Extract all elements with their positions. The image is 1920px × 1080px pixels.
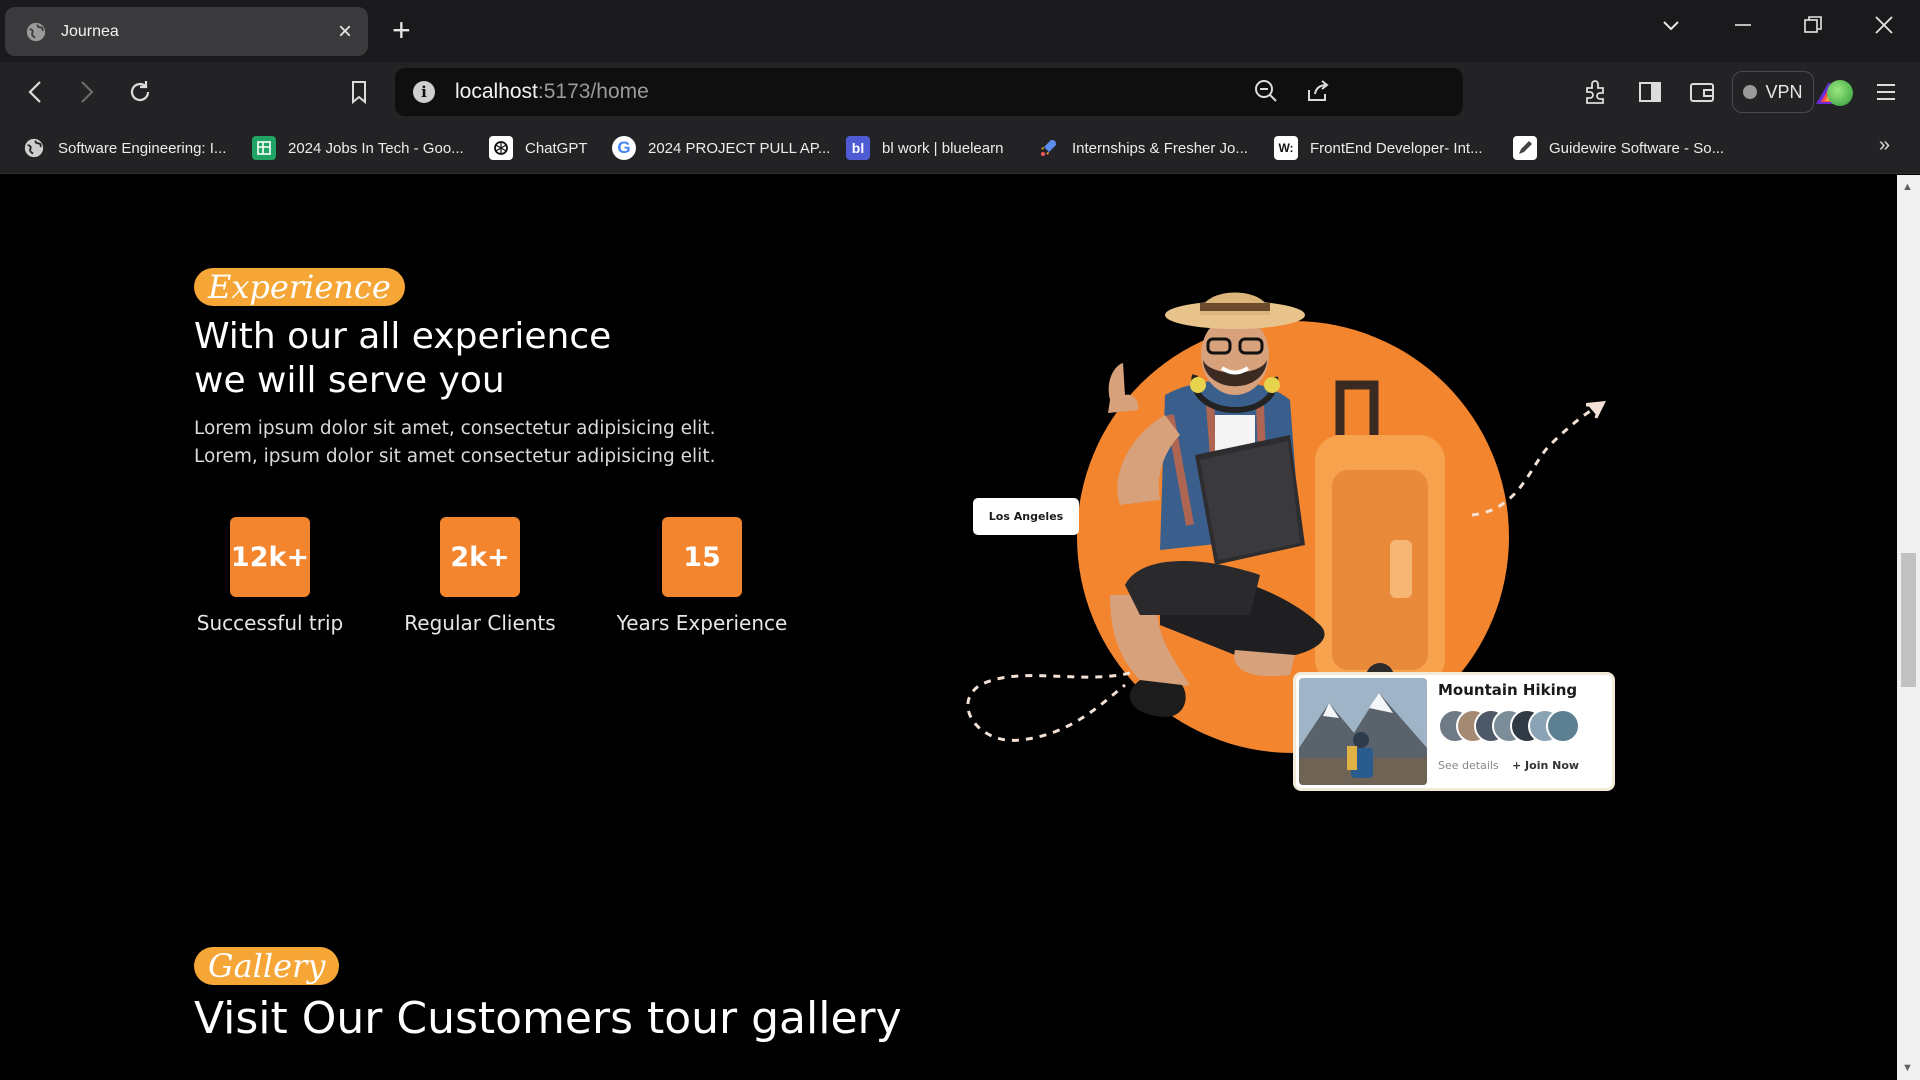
bookmark-item[interactable]: G 2024 PROJECT PULL AP...	[612, 134, 830, 162]
bookmark-item[interactable]: W: FrontEnd Developer- Int...	[1274, 134, 1483, 162]
experience-description: Lorem ipsum dolor sit amet, consectetur …	[194, 418, 716, 467]
experience-badge: Experience	[194, 268, 405, 306]
gallery-heading: Visit Our Customers tour gallery	[194, 993, 902, 1044]
mountain-photo	[1299, 678, 1427, 785]
card-title: Mountain Hiking	[1438, 681, 1578, 699]
see-details-link[interactable]: See details	[1438, 759, 1499, 772]
page-viewport: Experience With our all experience we wi…	[0, 175, 1897, 1080]
hero-illustration: Los Angeles Mountain Hiking See details …	[960, 265, 1660, 825]
zoom-out-icon[interactable]	[1253, 78, 1279, 111]
browser-tabbar: Journea × +	[0, 0, 1920, 62]
vpn-status-icon	[1743, 85, 1758, 99]
bookmark-item[interactable]: Guidewire Software - So...	[1513, 134, 1724, 162]
bookmark-item[interactable]: 2024 Jobs In Tech - Goo...	[252, 134, 464, 162]
more-bookmarks-icon[interactable]: »	[1879, 134, 1890, 157]
stat-successful-trip: 12k+ Successful trip	[194, 517, 346, 635]
site-info-icon[interactable]: i	[413, 81, 435, 103]
bookmark-item[interactable]: ChatGPT	[489, 134, 588, 162]
wellfound-icon: W:	[1274, 136, 1298, 160]
bluelearn-icon: bl	[846, 136, 870, 160]
menu-icon[interactable]	[1870, 76, 1902, 108]
share-icon[interactable]	[1305, 78, 1331, 111]
browser-tab[interactable]: Journea ×	[5, 7, 368, 56]
scroll-up-icon[interactable]: ▲	[1902, 181, 1913, 193]
bookmark-icon[interactable]	[343, 76, 375, 108]
pen-icon	[1513, 136, 1537, 160]
experience-heading: With our all experience we will serve yo…	[194, 316, 612, 401]
close-tab-icon[interactable]: ×	[338, 19, 352, 44]
location-tag: Los Angeles	[973, 498, 1079, 535]
globe-icon	[22, 136, 46, 160]
stat-label: Regular Clients	[404, 611, 556, 635]
address-bar[interactable]: i localhost:5173/home	[395, 68, 1842, 116]
mountain-hiking-card[interactable]: Mountain Hiking See details + Join Now	[1293, 672, 1615, 791]
restore-icon[interactable]	[1802, 14, 1824, 41]
new-tab-icon[interactable]: +	[392, 14, 411, 46]
scroll-down-icon[interactable]: ▼	[1902, 1062, 1913, 1074]
browser-toolbar: i localhost:5173/home VPN	[0, 62, 1920, 122]
forward-icon[interactable]	[70, 76, 102, 108]
avatar	[1546, 709, 1580, 743]
stat-value: 2k+	[440, 517, 520, 597]
tab-search-chevron-icon[interactable]	[1660, 14, 1682, 41]
stat-value: 12k+	[230, 517, 310, 597]
google-icon: G	[612, 136, 636, 160]
bookmark-item[interactable]: Software Engineering: I...	[22, 134, 226, 162]
vpn-button[interactable]: VPN	[1732, 71, 1814, 113]
reload-icon[interactable]	[124, 76, 156, 108]
back-icon[interactable]	[20, 76, 52, 108]
url-text[interactable]: localhost:5173/home	[455, 80, 649, 104]
bookmark-item[interactable]: bl bl work | bluelearn	[846, 134, 1003, 162]
wallet-icon[interactable]	[1686, 76, 1718, 108]
join-now-link[interactable]: + Join Now	[1512, 759, 1579, 772]
sheets-icon	[252, 136, 276, 160]
bookmark-item[interactable]: Internships & Fresher Jo...	[1036, 134, 1248, 162]
rocket-icon	[1036, 136, 1060, 160]
stat-value: 15	[662, 517, 742, 597]
globe-icon	[26, 22, 46, 41]
stat-regular-clients: 2k+ Regular Clients	[400, 517, 560, 635]
tab-title: Journea	[61, 22, 119, 40]
gallery-badge: Gallery	[194, 947, 340, 985]
scrollbar-thumb[interactable]	[1901, 553, 1916, 687]
close-window-icon[interactable]	[1873, 14, 1895, 41]
bookmarks-bar: Software Engineering: I... 2024 Jobs In …	[0, 122, 1920, 174]
vpn-label: VPN	[1765, 81, 1803, 102]
profile-avatar[interactable]	[1827, 80, 1853, 106]
minimize-icon[interactable]	[1732, 14, 1754, 41]
stat-years-experience: 15 Years Experience	[612, 517, 792, 635]
sidebar-icon[interactable]	[1634, 76, 1666, 108]
stat-label: Successful trip	[196, 611, 344, 635]
chatgpt-icon	[489, 136, 513, 160]
page-scrollbar[interactable]: ▲ ▼	[1897, 175, 1920, 1080]
stat-label: Years Experience	[616, 611, 788, 635]
extensions-icon[interactable]	[1580, 76, 1612, 108]
